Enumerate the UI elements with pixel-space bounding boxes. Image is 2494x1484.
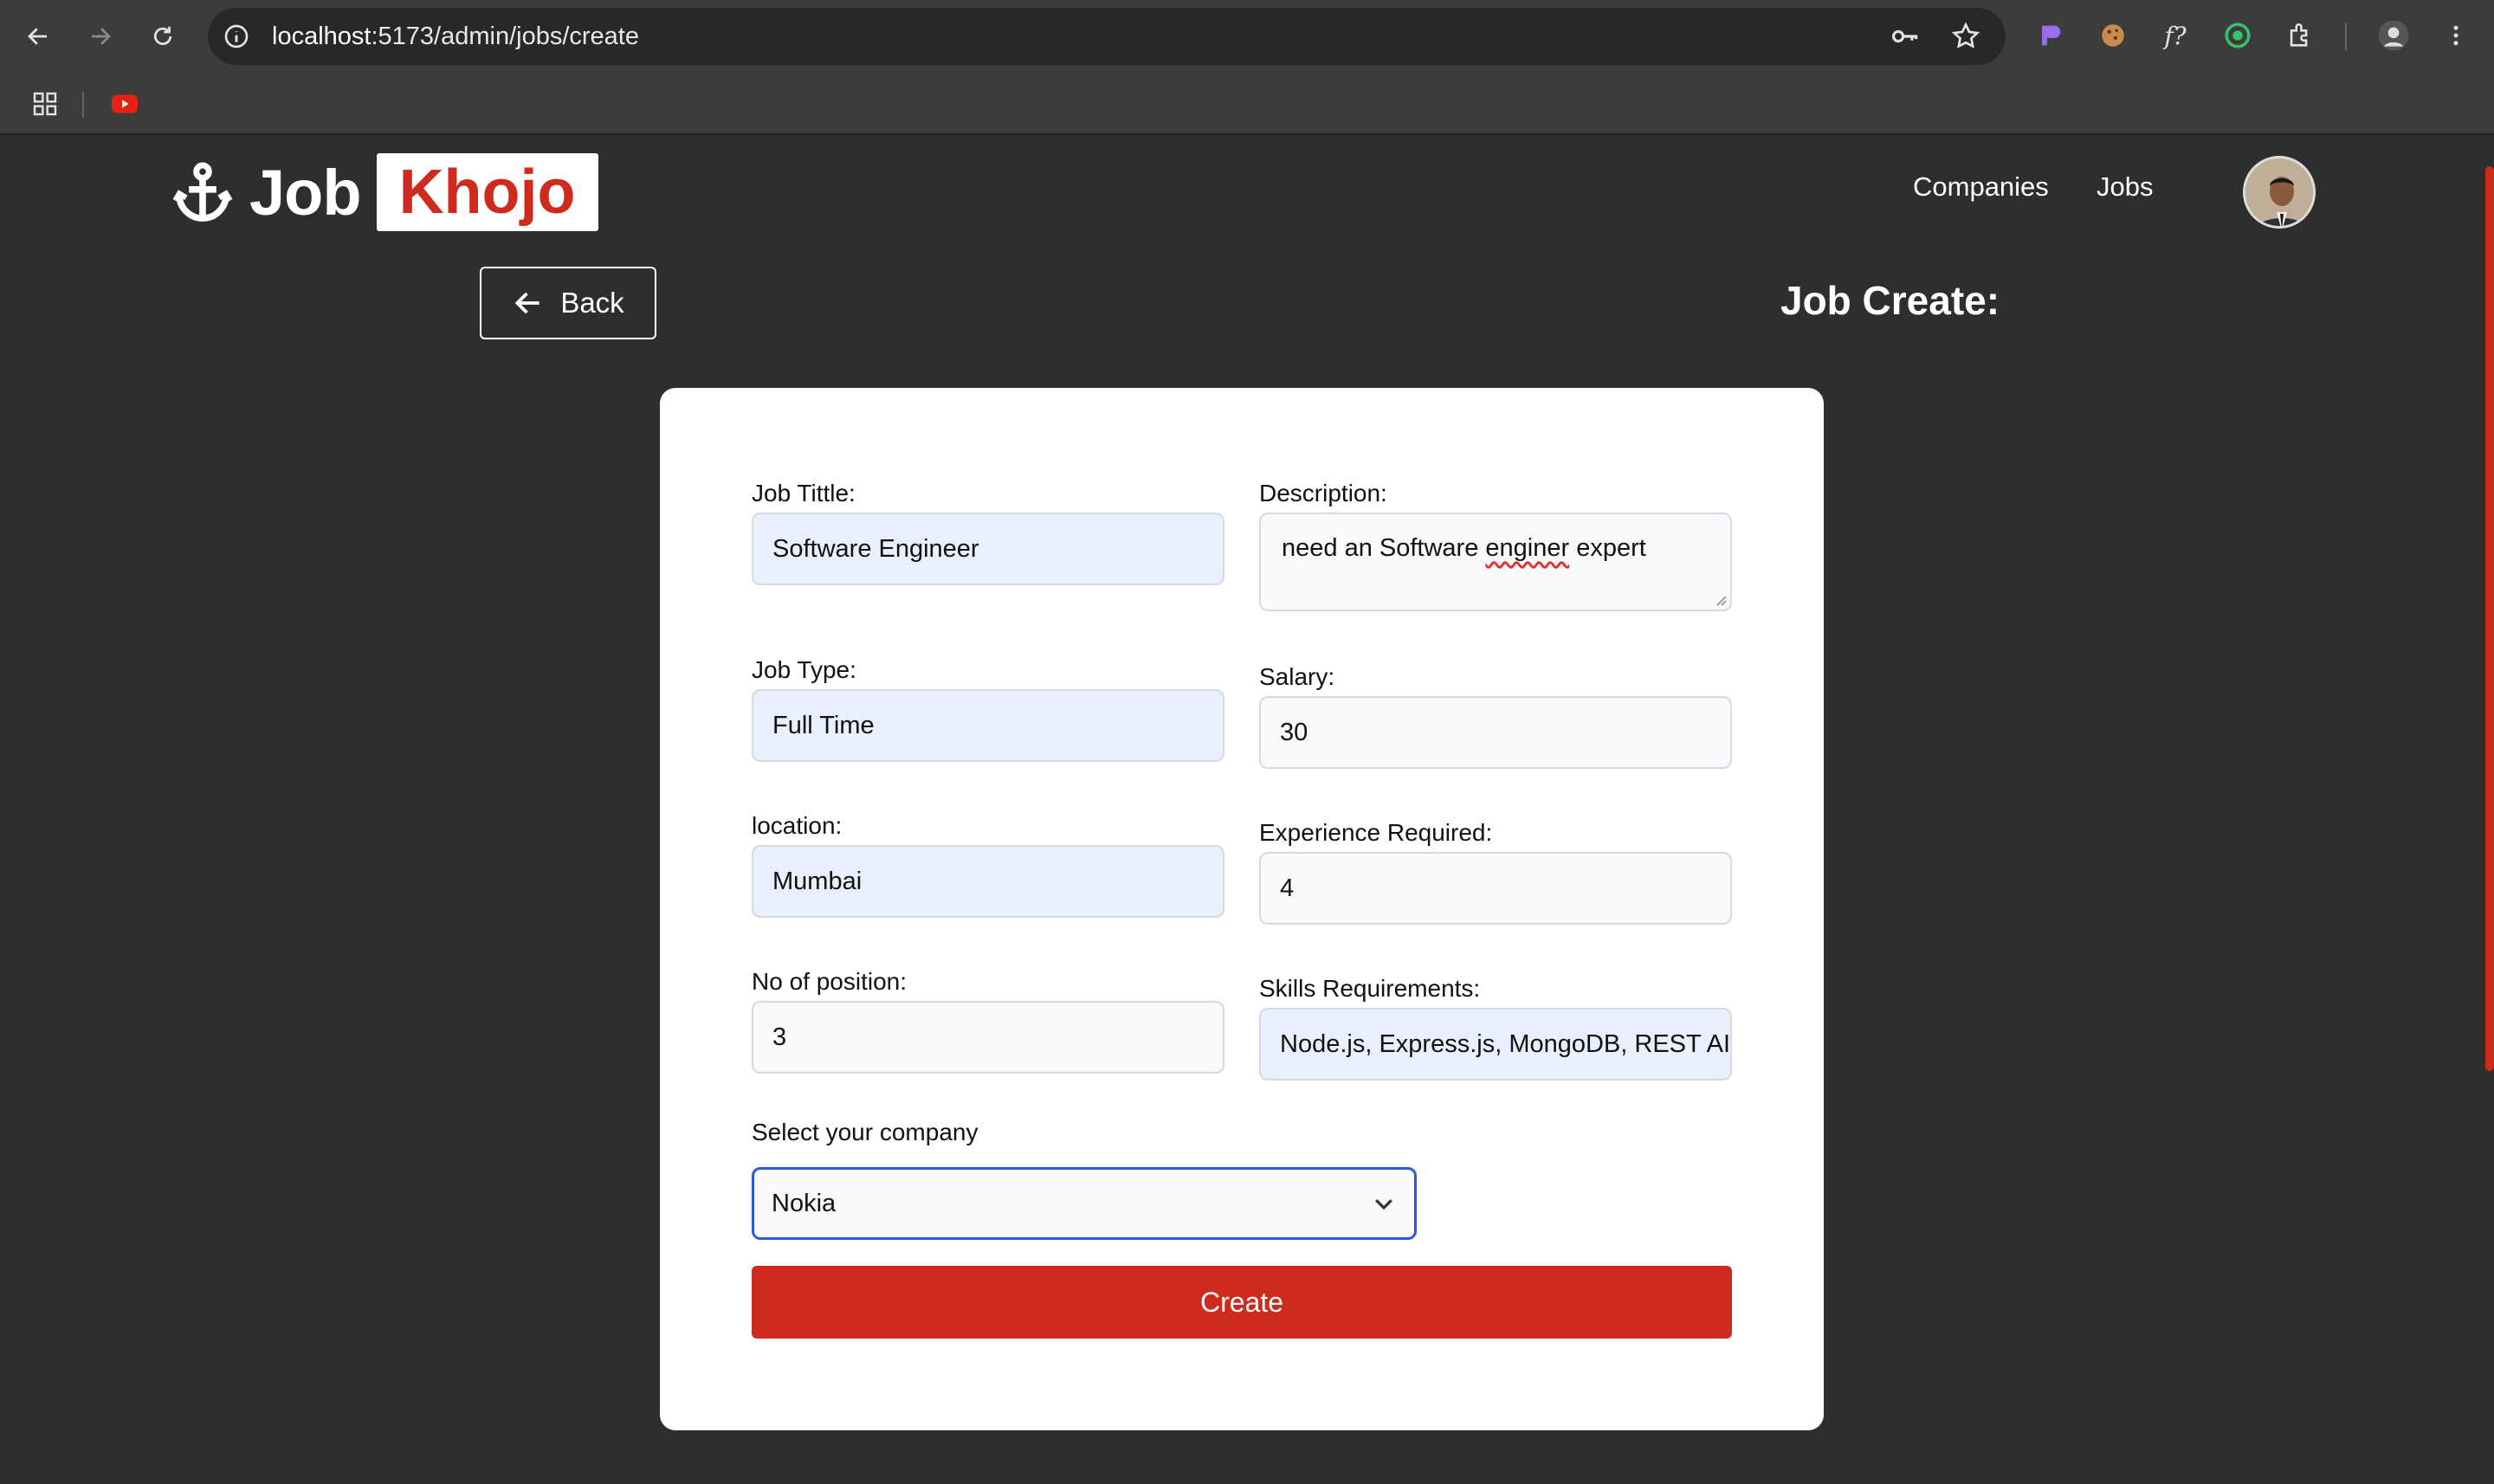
font-extension-icon[interactable]: f? xyxy=(2158,18,2193,53)
description-misspelled-word: enginer xyxy=(1485,534,1570,562)
back-arrow-icon[interactable] xyxy=(21,19,55,54)
profile-icon[interactable] xyxy=(2376,18,2411,53)
forward-arrow-icon[interactable] xyxy=(83,19,118,54)
salary-input[interactable]: 30 xyxy=(1259,696,1732,769)
anchor-icon xyxy=(172,162,233,222)
positions-label: No of position: xyxy=(752,968,907,995)
apps-grid-icon[interactable] xyxy=(28,87,62,121)
toolbar-divider xyxy=(2345,23,2347,50)
nav-companies[interactable]: Companies xyxy=(1913,171,2049,203)
job-title-label: Job Tittle: xyxy=(752,480,856,506)
bookmarks-bar xyxy=(0,73,2494,135)
skills-input[interactable]: Node.js, Express.js, MongoDB, REST AI xyxy=(1259,1008,1732,1081)
page-scrollbar[interactable] xyxy=(2485,166,2494,1071)
experience-label: Experience Required: xyxy=(1259,819,1493,846)
nav-jobs[interactable]: Jobs xyxy=(2097,171,2153,203)
site-info-icon[interactable] xyxy=(220,20,253,53)
company-select[interactable]: Nokia xyxy=(752,1167,1417,1240)
company-select-value: Nokia xyxy=(772,1190,837,1217)
job-type-input[interactable]: Full Time xyxy=(752,689,1224,762)
experience-input[interactable]: 4 xyxy=(1259,852,1732,925)
description-textarea[interactable]: need an Software enginer expert xyxy=(1259,513,1732,611)
salary-label: Salary: xyxy=(1259,663,1335,690)
location-input[interactable]: Mumbai xyxy=(752,845,1224,918)
browser-menu-icon[interactable] xyxy=(2439,18,2473,53)
positions-input[interactable]: 3 xyxy=(752,1001,1224,1074)
job-create-form: Job Tittle: Software Engineer Job Type: … xyxy=(660,388,1824,1430)
page-title: Job Create: xyxy=(1780,278,2000,323)
youtube-icon[interactable] xyxy=(107,87,142,121)
avatar[interactable] xyxy=(2243,156,2316,229)
resize-handle-icon[interactable] xyxy=(1715,594,1727,606)
bookmark-star-icon[interactable] xyxy=(1948,19,1983,54)
record-extension-icon[interactable] xyxy=(2220,18,2255,53)
page-body: Job Khojo Companies Jobs Back Job Create… xyxy=(0,137,2494,1484)
logo-text-khojo: Khojo xyxy=(376,153,598,231)
cookie-extension-icon[interactable] xyxy=(2096,18,2130,53)
company-select-label: Select your company xyxy=(752,1119,979,1145)
url-text: localhost:5173/admin/jobs/create xyxy=(272,23,639,50)
address-bar[interactable]: localhost:5173/admin/jobs/create xyxy=(208,8,2006,65)
description-text-end: expert xyxy=(1569,534,1646,562)
password-key-icon[interactable] xyxy=(1888,19,1922,54)
create-button[interactable]: Create xyxy=(752,1266,1732,1339)
chevron-down-icon xyxy=(1375,1199,1392,1210)
job-title-input[interactable]: Software Engineer xyxy=(752,513,1224,585)
browser-toolbar: localhost:5173/admin/jobs/create f? xyxy=(0,0,2494,73)
skills-label: Skills Requirements: xyxy=(1259,975,1481,1002)
extensions-puzzle-icon[interactable] xyxy=(2283,18,2317,53)
arrow-left-icon xyxy=(514,292,540,314)
back-button[interactable]: Back xyxy=(480,267,656,339)
user-photo-icon xyxy=(2245,158,2313,226)
site-logo[interactable]: Job Khojo xyxy=(170,152,598,232)
back-button-label: Back xyxy=(560,287,624,319)
job-type-label: Job Type: xyxy=(752,656,856,683)
extension-purple-icon[interactable] xyxy=(2033,18,2068,53)
location-label: location: xyxy=(752,812,843,839)
description-label: Description: xyxy=(1259,480,1387,506)
reload-icon[interactable] xyxy=(145,19,180,54)
description-text-start: need an Software xyxy=(1282,534,1486,562)
bookmark-divider xyxy=(82,92,84,118)
logo-text-job: Job xyxy=(249,156,362,229)
